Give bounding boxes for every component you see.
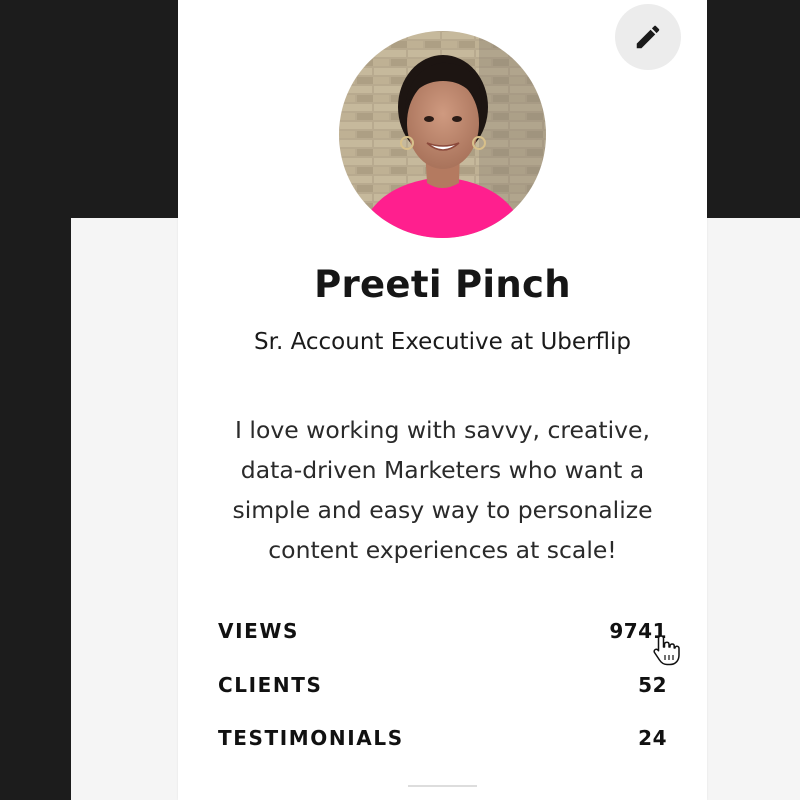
profile-name: Preeti Pinch	[314, 263, 571, 306]
stat-row-testimonials: TESTIMONIALS 24	[218, 723, 667, 753]
profile-bio: I love working with savvy, creative, dat…	[198, 410, 687, 570]
divider	[408, 785, 477, 787]
stat-label: VIEWS	[218, 619, 300, 643]
stat-row-views: VIEWS 9741	[218, 616, 667, 646]
dark-background-left	[0, 0, 71, 800]
edit-profile-button[interactable]	[615, 4, 681, 70]
bio-line: content experiences at scale!	[268, 536, 617, 564]
profile-job-title: Sr. Account Executive at Uberflip	[254, 329, 631, 355]
stat-label: CLIENTS	[218, 673, 323, 697]
stat-value: 24	[638, 726, 667, 750]
bio-line: I love working with savvy, creative,	[235, 416, 650, 444]
stat-label: TESTIMONIALS	[218, 726, 404, 750]
profile-photo	[339, 31, 546, 238]
bio-line: data-driven Marketers who want a	[240, 456, 645, 484]
page: Preeti Pinch Sr. Account Executive at Ub…	[0, 0, 800, 800]
bio-line: simple and easy way to personalize	[232, 496, 653, 524]
pencil-icon	[636, 25, 660, 49]
stat-row-clients: CLIENTS 52	[218, 670, 667, 700]
profile-card: Preeti Pinch Sr. Account Executive at Ub…	[178, 0, 707, 800]
avatar	[339, 31, 546, 238]
stat-value: 52	[638, 673, 667, 697]
hand-pointer-icon	[653, 635, 680, 666]
